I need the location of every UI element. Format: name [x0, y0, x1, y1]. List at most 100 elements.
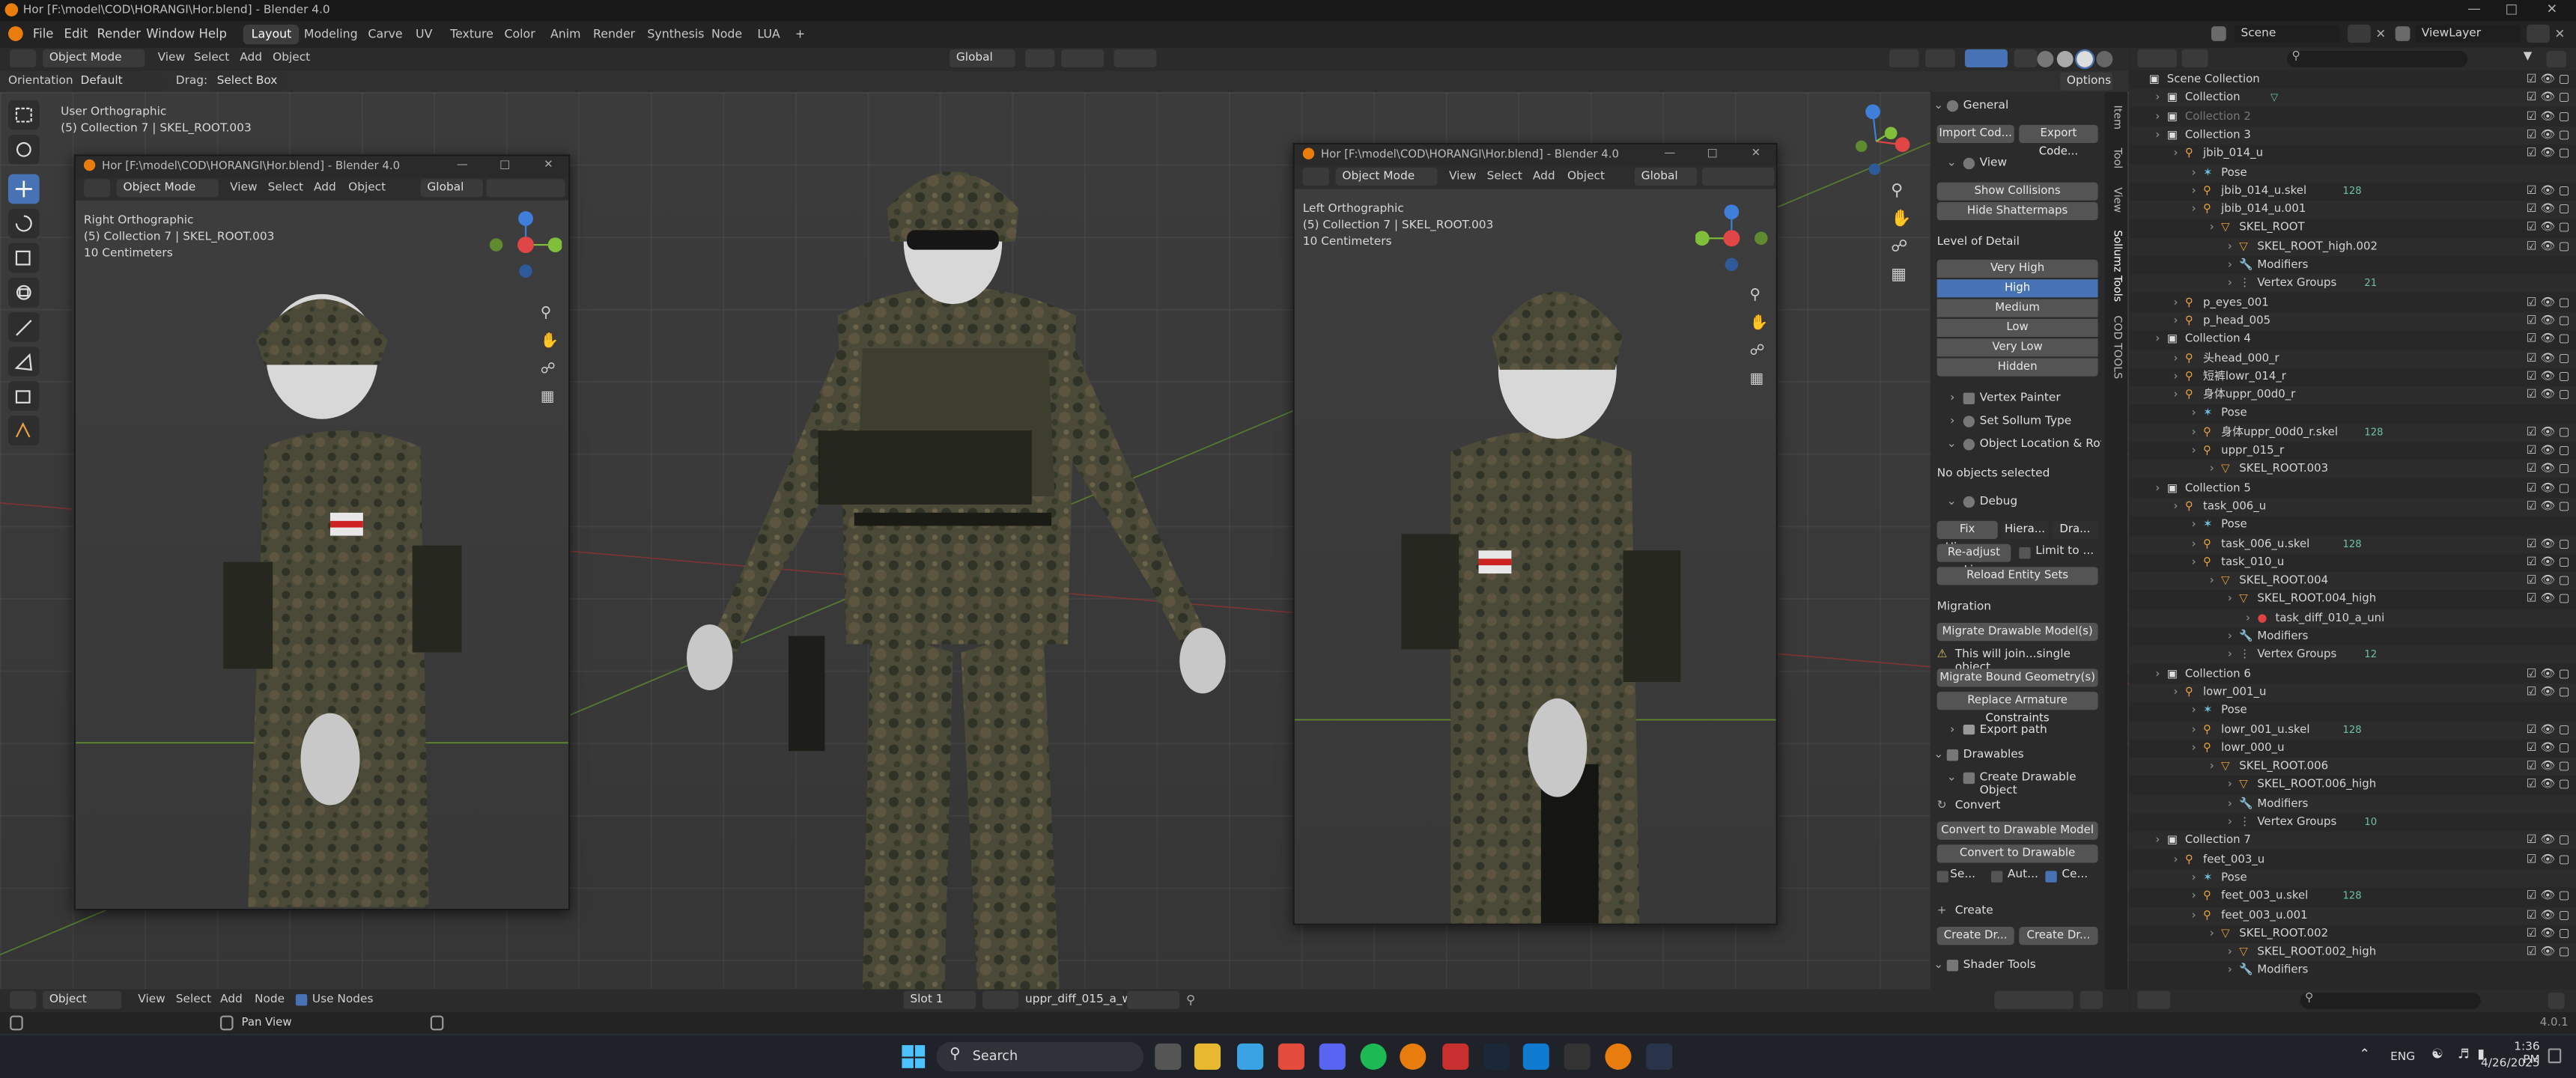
delete-scene-icon[interactable]: ✕ — [2375, 25, 2392, 43]
outliner-row[interactable]: › ✶ Pose — [2129, 702, 2576, 720]
solid-shading-icon[interactable] — [2056, 51, 2074, 67]
snapping-icon[interactable] — [1994, 990, 2074, 1009]
editor-type-icon[interactable] — [83, 179, 110, 198]
visibility-toggles[interactable]: ☑ 👁 ▢ — [2527, 739, 2570, 757]
expand-chevron-icon[interactable]: › — [2228, 256, 2232, 274]
visibility-toggles[interactable]: ☑ 👁 ▢ — [2527, 238, 2570, 256]
maximize-icon[interactable]: □ — [1707, 146, 1717, 159]
orientation-dropdown[interactable]: Default — [73, 72, 165, 91]
expand-chevron-icon[interactable]: › — [2192, 442, 2196, 460]
clock-date[interactable]: 4/26/2025 — [2477, 1056, 2540, 1070]
outliner-row[interactable]: › ⚲ lowr_000_u ☑ 👁 ▢ — [2129, 739, 2576, 757]
section-general[interactable]: General — [1963, 99, 2009, 112]
outliner-row[interactable]: › ▽ SKEL_ROOT.006 ☑ 👁 ▢ — [2129, 758, 2576, 776]
right-ortho-viewport[interactable]: Right Orthographic (5) Collection 7 | SK… — [75, 200, 569, 909]
menu-select[interactable]: Select — [176, 993, 211, 1006]
limit-checkbox[interactable] — [2019, 546, 2031, 559]
options-dropdown[interactable]: Options — [2060, 72, 2113, 91]
maximize-icon[interactable]: □ — [2506, 1, 2518, 16]
zoom-icon[interactable]: ⚲ — [1891, 183, 1903, 201]
expand-chevron-icon[interactable]: › — [2228, 795, 2232, 813]
navigation-gizmo[interactable] — [489, 209, 562, 281]
outliner-row[interactable]: › ✶ Pose — [2129, 163, 2576, 182]
menu-file[interactable]: File — [33, 26, 54, 41]
workspace-tab-texture[interactable]: Texture — [442, 25, 502, 44]
overlay-icon[interactable] — [1964, 49, 2008, 67]
overlay-icon[interactable] — [2080, 990, 2103, 1009]
show-collisions-button[interactable]: Show Collisions — [1936, 182, 2098, 201]
auto-checkbox[interactable] — [1990, 871, 2003, 883]
taskbar-search-box[interactable] — [936, 1041, 1143, 1072]
sollumz-tool[interactable] — [7, 415, 40, 445]
outliner-row[interactable]: › 🔧 Modifiers — [2129, 962, 2576, 980]
expand-chevron-icon[interactable]: › — [2246, 609, 2250, 627]
editor-type-icon[interactable] — [2137, 990, 2171, 1009]
migrate-drawable-button[interactable]: Migrate Drawable Model(s) — [1936, 622, 2098, 642]
menu-add[interactable]: Add — [240, 51, 262, 64]
expand-chevron-icon[interactable]: › — [2192, 535, 2196, 553]
menu-select[interactable]: Select — [1486, 169, 1522, 183]
outliner-row[interactable]: › ⚲ feet_003_u.001 ☑ 👁 ▢ — [2129, 906, 2576, 925]
workspace-tab-synthesis[interactable]: Synthesis — [639, 25, 712, 44]
outliner-row[interactable]: › ⚲ 身体uppr_00d0_r.skel 128 ☑ 👁 ▢ — [2129, 423, 2576, 442]
close-icon[interactable]: ✕ — [2547, 1, 2558, 16]
visibility-toggles[interactable]: ☑ 👁 ▢ — [2527, 683, 2570, 701]
gizmo-icon[interactable] — [1925, 49, 1955, 67]
outliner-row[interactable]: › ▣ Collection 2 ☑ 👁 ▢ — [2129, 108, 2576, 126]
section-debug[interactable]: Debug — [1980, 495, 2018, 508]
menu-object[interactable]: Object — [273, 51, 310, 64]
proportional-edit-icon[interactable] — [1114, 49, 1157, 67]
outliner-row[interactable]: › ▽ SKEL_ROOT.002_high ☑ 👁 ▢ — [2129, 943, 2576, 962]
outliner-row[interactable]: › ● task_diff_010_a_uni — [2129, 609, 2576, 627]
visibility-toggles[interactable]: ☑ 👁 ▢ — [2527, 70, 2570, 88]
section-create-drawable[interactable]: Create Drawable Object — [1980, 771, 2105, 797]
scene-field[interactable]: Scene — [2234, 24, 2340, 43]
task-view-icon[interactable] — [1155, 1043, 1182, 1071]
tab-tool[interactable]: Tool — [2108, 148, 2124, 169]
export-cod-button[interactable]: Export Code... — [2019, 124, 2098, 158]
expand-chevron-icon[interactable]: › — [2174, 145, 2178, 163]
outliner-row[interactable]: › ▣ Collection 6 ☑ 👁 ▢ — [2129, 665, 2576, 683]
scale-tool[interactable] — [7, 243, 40, 273]
use-nodes-checkbox[interactable] — [295, 994, 308, 1006]
outliner-row[interactable]: › ⚲ task_006_u.skel 128 ☑ 👁 ▢ — [2129, 535, 2576, 553]
blender-taskbar-icon[interactable] — [1400, 1043, 1427, 1071]
visibility-toggles[interactable]: ☑ 👁 ▢ — [2527, 331, 2570, 349]
minimize-icon[interactable]: — — [457, 158, 468, 171]
steam-icon[interactable] — [1483, 1043, 1510, 1071]
lod-high-button[interactable]: High — [1936, 279, 2098, 298]
workspace-tab-lua[interactable]: LUA — [749, 25, 788, 44]
mode-dropdown[interactable]: Object Mode — [116, 179, 219, 198]
snap-icon[interactable] — [486, 179, 565, 198]
expand-chevron-icon[interactable]: › — [2192, 517, 2196, 535]
expand-chevron-icon[interactable]: › — [2228, 275, 2232, 293]
outliner-row[interactable]: › ⚲ 身体uppr_00d0_r ☑ 👁 ▢ — [2129, 386, 2576, 405]
visibility-toggles[interactable]: ☑ 👁 ▢ — [2527, 386, 2570, 404]
outliner-row[interactable]: › ⚲ p_head_005 ☑ 👁 ▢ — [2129, 311, 2576, 330]
spotify-icon[interactable] — [1360, 1043, 1387, 1071]
workspace-tab-anim[interactable]: Anim — [542, 25, 589, 44]
menu-object[interactable]: Object — [348, 180, 386, 194]
select-box-tool[interactable] — [7, 100, 40, 130]
maximize-icon[interactable]: □ — [499, 158, 510, 171]
blender-alt-icon[interactable] — [1605, 1043, 1632, 1071]
rendered-shading-icon[interactable] — [2096, 51, 2113, 67]
expand-chevron-icon[interactable]: › — [2228, 591, 2232, 609]
expand-chevron-icon[interactable]: › — [2192, 739, 2196, 757]
replace-armature-button[interactable]: Replace Armature Constraints — [1936, 692, 2098, 725]
mode-dropdown[interactable]: Object Mode — [1335, 167, 1438, 186]
workspace-tab-layout[interactable]: Layout — [243, 24, 300, 45]
rotate-tool[interactable] — [7, 208, 40, 239]
outliner-row[interactable]: › ▽ SKEL_ROOT.004_high ☑ 👁 ▢ — [2129, 591, 2576, 609]
hide-shattermaps-button[interactable]: Hide Shattermaps — [1936, 201, 2098, 221]
minimize-icon[interactable]: — — [2467, 1, 2481, 16]
expand-chevron-icon[interactable]: › — [2174, 368, 2178, 386]
expand-chevron-icon[interactable]: › — [2228, 776, 2232, 794]
edge-icon[interactable] — [1236, 1043, 1264, 1071]
display-mode-icon[interactable] — [2181, 49, 2208, 67]
expand-chevron-icon[interactable]: › — [2210, 925, 2214, 943]
outliner-row[interactable]: › ⚲ uppr_015_r ☑ 👁 ▢ — [2129, 442, 2576, 460]
active-app-icon[interactable] — [1646, 1043, 1673, 1071]
new-collection-icon[interactable] — [2546, 51, 2566, 67]
outliner-row[interactable]: › ⋮ Vertex Groups 12 — [2129, 646, 2576, 665]
